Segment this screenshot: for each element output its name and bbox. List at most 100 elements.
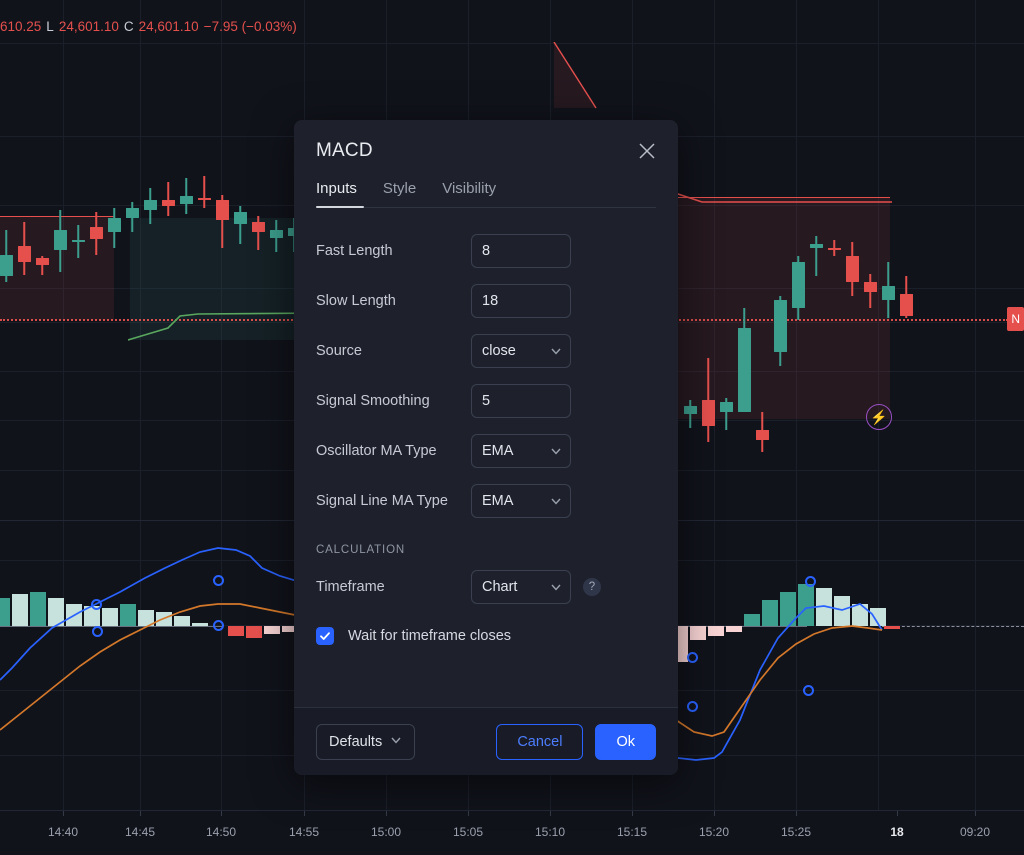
macd-histogram-bar bbox=[12, 594, 28, 626]
input-label: Source bbox=[316, 343, 362, 359]
trend-line bbox=[553, 42, 597, 109]
macd-settings-dialog: MACD Inputs Style Visibility Fast Length… bbox=[294, 120, 678, 775]
candlestick bbox=[863, 274, 877, 308]
timeframe-value: Chart bbox=[482, 579, 518, 595]
input-value: close bbox=[482, 343, 516, 359]
help-icon[interactable]: ? bbox=[583, 578, 601, 596]
axis-tick-mark bbox=[796, 811, 797, 816]
macd-histogram-bar bbox=[48, 598, 64, 626]
axis-tick-label: 15:10 bbox=[534, 825, 566, 839]
resistance-trend-line bbox=[672, 191, 892, 203]
candle-body bbox=[107, 218, 121, 232]
tab-inputs[interactable]: Inputs bbox=[316, 180, 357, 208]
candlestick bbox=[161, 182, 175, 216]
macd-histogram-bar bbox=[192, 623, 208, 626]
cancel-button[interactable]: Cancel bbox=[496, 723, 584, 760]
macd-crossover-marker bbox=[92, 626, 103, 637]
input-value: EMA bbox=[482, 443, 514, 459]
candle-body bbox=[791, 262, 805, 308]
candle-body bbox=[269, 230, 283, 238]
legend-low-label: L bbox=[46, 18, 54, 34]
axis-tick-label: 15:25 bbox=[780, 825, 812, 839]
app-root: N ⚡ 610.25 L 24,601.10 C 24,601.10 −7.95… bbox=[0, 0, 1024, 855]
macd-histogram-bar bbox=[138, 610, 154, 626]
tab-visibility[interactable]: Visibility bbox=[442, 180, 496, 208]
candle-wick bbox=[167, 182, 169, 216]
candlestick bbox=[233, 206, 247, 244]
candle-body bbox=[755, 430, 769, 440]
candlestick bbox=[755, 412, 769, 452]
candle-body bbox=[17, 246, 31, 262]
input-field[interactable]: 5 bbox=[471, 384, 571, 418]
candlestick bbox=[143, 188, 157, 224]
input-value: EMA bbox=[482, 493, 514, 509]
candle-body bbox=[215, 200, 229, 220]
axis-tick-label: 14:50 bbox=[205, 825, 237, 839]
input-select[interactable]: close bbox=[471, 334, 571, 368]
candle-body bbox=[125, 208, 139, 218]
legend-close-value: 24,601.10 bbox=[138, 18, 199, 34]
help-glyph: ? bbox=[588, 581, 596, 593]
price-badge-label: N bbox=[1011, 312, 1020, 326]
axis-tick-mark bbox=[714, 811, 715, 816]
candle-body bbox=[683, 406, 697, 414]
input-value: 18 bbox=[482, 293, 499, 309]
wait-timeframe-checkbox[interactable] bbox=[316, 627, 334, 645]
axis-tick-mark bbox=[304, 811, 305, 816]
candlestick bbox=[71, 225, 85, 258]
candle-wick bbox=[815, 236, 817, 276]
axis-tick-label: 18 bbox=[890, 825, 904, 839]
candle-body bbox=[863, 282, 877, 292]
dialog-header: MACD bbox=[294, 120, 678, 162]
axis-tick-label: 15:05 bbox=[452, 825, 484, 839]
dialog-title: MACD bbox=[316, 140, 373, 161]
macd-histogram-bar bbox=[690, 626, 706, 640]
macd-histogram-bar bbox=[66, 604, 82, 626]
candlestick bbox=[791, 256, 805, 320]
input-label: Oscillator MA Type bbox=[316, 443, 437, 459]
input-field[interactable]: 8 bbox=[471, 234, 571, 268]
candlestick bbox=[251, 216, 265, 250]
macd-histogram-bar bbox=[246, 626, 262, 638]
input-select[interactable]: EMA bbox=[471, 434, 571, 468]
input-field[interactable]: 18 bbox=[471, 284, 571, 318]
candle-body bbox=[773, 300, 787, 352]
close-icon[interactable] bbox=[632, 136, 662, 166]
candlestick bbox=[197, 176, 211, 208]
ok-button[interactable]: Ok bbox=[595, 723, 656, 760]
timeframe-row: Timeframe Chart ? bbox=[316, 562, 656, 612]
candle-body bbox=[845, 256, 859, 282]
candle-body bbox=[53, 230, 67, 250]
axis-tick-label: 09:20 bbox=[959, 825, 991, 839]
macd-histogram-bar bbox=[264, 626, 280, 634]
macd-histogram-bar bbox=[798, 584, 814, 626]
legend-high-value: 610.25 bbox=[0, 18, 42, 34]
close-x-glyph bbox=[639, 143, 655, 159]
input-select[interactable]: EMA bbox=[471, 484, 571, 518]
axis-tick-mark bbox=[897, 811, 898, 816]
chevron-down-icon bbox=[550, 581, 562, 593]
wait-timeframe-label[interactable]: Wait for timeframe closes bbox=[348, 628, 511, 644]
candlestick bbox=[89, 212, 103, 255]
candle-body bbox=[35, 258, 49, 265]
candlestick bbox=[683, 400, 697, 428]
axis-tick-mark bbox=[975, 811, 976, 816]
candle-body bbox=[899, 294, 913, 316]
timeframe-select[interactable]: Chart bbox=[471, 570, 571, 604]
macd-crossover-marker bbox=[803, 685, 814, 696]
tab-style[interactable]: Style bbox=[383, 180, 416, 208]
active-tab-underline bbox=[316, 206, 364, 208]
axis-tick-label: 14:55 bbox=[288, 825, 320, 839]
defaults-button[interactable]: Defaults bbox=[316, 723, 416, 760]
candlestick bbox=[107, 208, 121, 248]
lightning-bolt-icon[interactable]: ⚡ bbox=[866, 404, 892, 430]
candlestick bbox=[827, 240, 841, 256]
candlestick bbox=[737, 308, 751, 412]
candlestick bbox=[809, 236, 823, 276]
axis-tick-mark bbox=[140, 811, 141, 816]
chevron-down-icon bbox=[550, 445, 562, 457]
macd-histogram-bar bbox=[744, 614, 760, 626]
time-axis[interactable]: 14:40 14:45 14:50 14:55 15:00 15:05 15:10 15:15… bbox=[0, 810, 1024, 855]
input-label: Signal Line MA Type bbox=[316, 493, 448, 509]
axis-tick-mark bbox=[468, 811, 469, 816]
